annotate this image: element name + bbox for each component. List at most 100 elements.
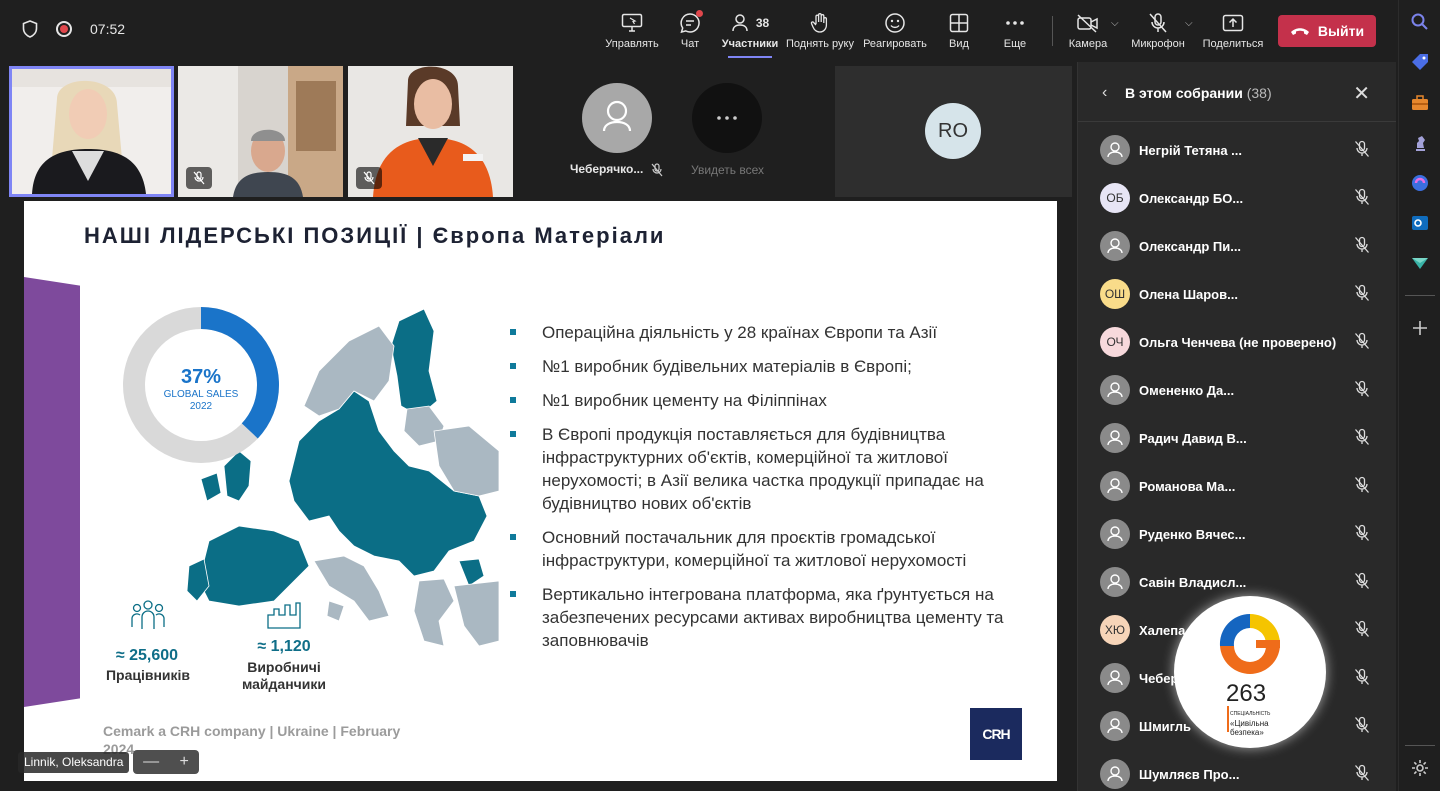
mic-off-icon <box>1354 380 1370 403</box>
whiteboard-icon[interactable] <box>1410 253 1430 273</box>
meeting-timer: 07:52 <box>90 21 126 37</box>
participant-name: Радич Давид В... <box>1139 430 1247 446</box>
meeting-toolbar: 07:52 Управлять Чат 38 Участники Поднять… <box>0 0 1398 62</box>
participant-row[interactable]: ОЧ Ольга Ченчева (не проверено) <box>1100 322 1370 362</box>
toolbar-divider <box>1052 16 1053 46</box>
phone-hangup-icon <box>1290 28 1309 35</box>
workers-icon <box>131 600 165 629</box>
participant-name: Олена Шаров... <box>1139 286 1238 302</box>
avatar: ОЧ <box>1100 327 1130 357</box>
view-button[interactable]: Вид <box>945 10 973 54</box>
chess-icon[interactable] <box>1410 133 1430 153</box>
teams-meeting-window: 07:52 Управлять Чат 38 Участники Поднять… <box>0 0 1440 791</box>
copilot-icon[interactable] <box>1410 173 1430 193</box>
participant-row[interactable]: Олександр Пи... <box>1100 226 1370 266</box>
unread-dot <box>696 10 703 17</box>
mic-off-icon <box>1354 476 1370 499</box>
video-tile-participant-3[interactable] <box>348 66 513 197</box>
app-rail <box>1398 0 1440 791</box>
share-button[interactable]: Поделиться <box>1203 10 1263 54</box>
toolbox-icon[interactable] <box>1410 93 1430 113</box>
share-screen-icon <box>1222 10 1244 36</box>
more-button[interactable]: Еще <box>1002 10 1028 54</box>
mic-button[interactable]: Микрофон <box>1130 10 1186 54</box>
mic-off-icon <box>1354 428 1370 451</box>
person-icon <box>1107 574 1123 590</box>
tag-icon[interactable] <box>1410 52 1430 72</box>
participant-row[interactable]: Шумляєв Про... <box>1100 754 1370 791</box>
participant-name: Омененко Да... <box>1139 382 1235 398</box>
stat-workers-label: Працівників <box>105 667 191 683</box>
add-app-icon[interactable] <box>1410 318 1430 338</box>
person-icon <box>1107 238 1123 254</box>
chat-icon <box>679 10 703 36</box>
zoom-out-button[interactable]: — <box>143 753 159 771</box>
leave-button[interactable]: Выйти <box>1278 15 1376 47</box>
close-icon[interactable]: ✕ <box>1353 81 1370 106</box>
panel-header: ‹ В этом собрании (38) ✕ <box>1078 62 1396 122</box>
outlook-icon[interactable] <box>1410 213 1430 233</box>
bullet-item: №1 виробник цементу на Філіппінах <box>510 389 1030 412</box>
bullet-item: Операційна діяльність у 28 країнах Європ… <box>510 321 1030 344</box>
raise-hand-button[interactable]: Поднять руку <box>786 10 854 54</box>
zoom-control: — + <box>133 750 199 774</box>
participant-row[interactable]: Негрій Тетяна ... <box>1100 130 1370 170</box>
avatar[interactable] <box>582 83 652 153</box>
see-all-label: Увидеть всех <box>691 163 765 177</box>
recording-icon <box>56 21 72 37</box>
see-all-button[interactable] <box>692 83 762 153</box>
participant-row[interactable]: Романова Ма... <box>1100 466 1370 506</box>
chevron-left-icon[interactable]: ‹ <box>1102 84 1107 102</box>
video-tile-participant-2[interactable] <box>178 66 343 197</box>
mic-options-chevron-icon[interactable]: ⌵ <box>1185 18 1193 29</box>
control-button[interactable]: Управлять <box>605 10 659 54</box>
stat-sites-label: Виробничі майданчики <box>241 659 327 692</box>
participant-row[interactable]: Савін Владисл... <box>1100 562 1370 602</box>
avatar <box>1100 231 1130 261</box>
avatar <box>1100 423 1130 453</box>
meeting-status: 07:52 <box>22 20 125 38</box>
video-tile-presenter[interactable] <box>9 66 174 197</box>
participants-button[interactable]: 38 Участники <box>722 10 778 58</box>
shield-icon <box>22 20 38 38</box>
slide-title: НАШІ ЛІДЕРСЬКІ ПОЗИЦІЇ | Європа Матеріал… <box>84 223 666 248</box>
chat-button[interactable]: Чат <box>675 10 705 54</box>
settings-gear-icon[interactable] <box>1410 758 1430 778</box>
react-button[interactable]: Реагировать <box>863 10 927 54</box>
mic-off-icon <box>1354 284 1370 307</box>
mic-off-icon <box>1354 620 1370 643</box>
avatar <box>1100 711 1130 741</box>
mic-off-icon <box>1354 716 1370 739</box>
camera-options-chevron-icon[interactable]: ⌵ <box>1111 18 1119 29</box>
factory-icon <box>267 602 301 629</box>
logo-accent-line <box>1227 706 1229 732</box>
mic-off-icon <box>1354 668 1370 691</box>
participant-row[interactable]: Омененко Да... <box>1100 370 1370 410</box>
video-tile-ro[interactable]: RO <box>835 66 1072 197</box>
search-icon[interactable] <box>1410 12 1430 32</box>
participant-row[interactable]: Радич Давид В... <box>1100 418 1370 458</box>
crh-logo: CRH <box>970 708 1022 760</box>
avatar <box>1100 471 1130 501</box>
participant-name: Олександр Пи... <box>1139 238 1242 254</box>
mic-off-icon <box>1354 140 1370 163</box>
participant-row[interactable]: ОШ Олена Шаров... <box>1100 274 1370 314</box>
stat-workers-value: ≈ 25,600 <box>115 647 179 664</box>
mic-off-icon <box>193 171 205 185</box>
mic-off-icon <box>1354 764 1370 787</box>
mic-off-icon <box>363 171 375 185</box>
zoom-in-button[interactable]: + <box>179 753 188 771</box>
avatar: ХЮ <box>1100 615 1130 645</box>
presenter-video <box>12 69 171 194</box>
donut-center-label: 37% GLOBAL SALES 2022 <box>163 366 239 412</box>
participant-row[interactable]: Руденко Вячес... <box>1100 514 1370 554</box>
mic-off-icon <box>651 163 663 177</box>
presenter-name-tag: Linnik, Oleksandra <box>18 752 130 773</box>
participant-row[interactable]: ОБ Олександр БО... <box>1100 178 1370 218</box>
participant-name: Халепа <box>1139 622 1186 638</box>
camera-button[interactable]: Камера <box>1068 10 1108 54</box>
specialty-logo-watermark: 263 СПЕЦІАЛЬНІСТЬ «Цивільна безпека» <box>1174 596 1326 748</box>
participant-name: Чеберячко... <box>570 162 644 176</box>
camera-off-icon <box>1076 10 1100 36</box>
bullet-item: Основний постачальник для проєктів грома… <box>510 526 1030 572</box>
